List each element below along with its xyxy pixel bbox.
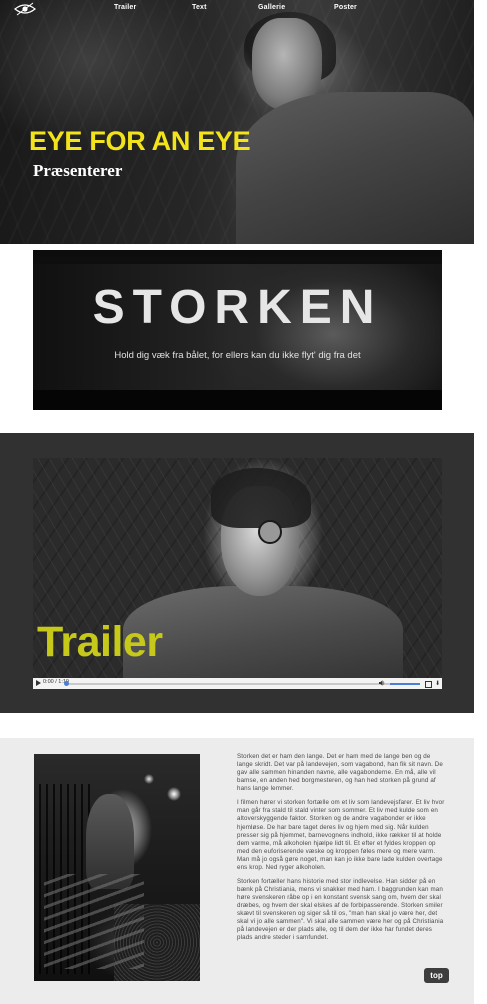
play-icon[interactable] [36,680,41,686]
eye-logo-icon[interactable] [14,2,36,16]
nav-link-gallerie[interactable]: Gallerie [258,4,285,11]
fullscreen-icon[interactable] [425,681,432,688]
video-progress-knob[interactable] [64,681,69,686]
download-icon[interactable]: ⬇ [435,680,440,687]
volume-slider[interactable] [390,683,420,685]
video-person-body [123,586,403,689]
banner-bottom-strip [33,390,442,410]
hero-title: EYE FOR AN EYE [29,126,251,156]
hero-subtitle: Præsenterer [33,161,123,180]
story-photo [34,754,200,981]
nav-link-trailer[interactable]: Trailer [114,4,136,11]
video-progress-bar[interactable] [66,683,396,685]
banner-tagline: Hold dig væk fra bålet, for ellers kan d… [114,350,361,361]
photo-bench [44,874,144,969]
story-text: Storken det er ham den lange. Det er ham… [237,753,445,948]
trailer-title: Trailer [37,618,163,666]
back-to-top-button[interactable]: top [424,968,449,983]
hero-photo-jacket [236,92,474,244]
top-nav: Trailer Text Gallerie Poster [0,0,474,18]
story-paragraph: I filmen hører vi storken fortælle om et… [237,799,445,871]
volume-icon[interactable] [379,680,385,686]
hero-section [0,0,474,244]
story-paragraph: Storken det er ham den lange. Det er ham… [237,753,444,793]
nav-link-text[interactable]: Text [192,4,207,11]
story-paragraph: Storken fortæller hans historie med stor… [237,877,444,942]
video-controls: 0:00 / 1:19 ⬇ [33,678,442,689]
nav-link-poster[interactable]: Poster [334,4,357,11]
video-person-monocle [258,520,282,544]
banner-title: STORKEN [92,281,383,334]
